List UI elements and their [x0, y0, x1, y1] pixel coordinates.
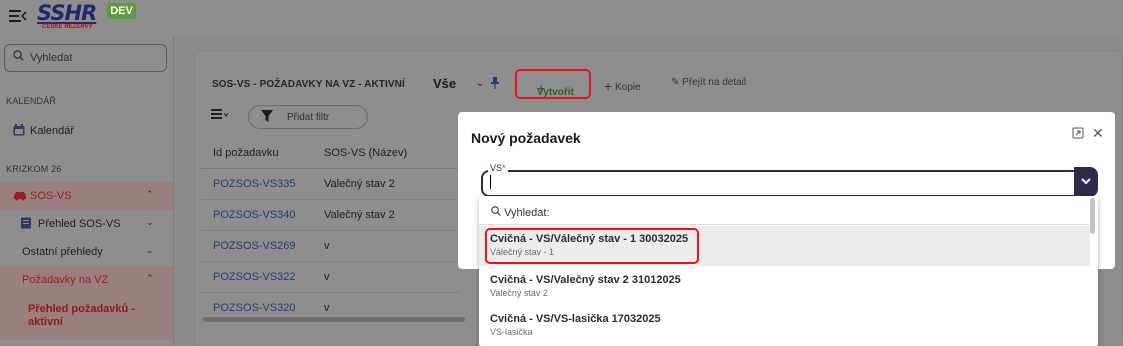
text-caret — [490, 175, 491, 189]
sidebar-item-prehled-sosvs-label: Přehled SOS-VS — [38, 218, 121, 230]
create-label-text: Vytvořit — [537, 87, 574, 98]
chevron-down-icon: ⌄ — [146, 245, 154, 255]
chevron-up-icon: ⌃ — [146, 189, 154, 199]
modal-title: Nový požadavek — [471, 130, 581, 146]
sidebar-item-sosvs[interactable]: SOS-VS ⌃ — [0, 182, 173, 210]
search-icon — [13, 50, 24, 64]
sidebar-item-calendar[interactable]: Kalendář — [0, 117, 173, 145]
env-badge: DEV — [107, 3, 136, 19]
close-icon[interactable]: ✕ — [1092, 125, 1104, 142]
option-title: Cvičná - VS/Valečný stav 2 31012025 — [490, 274, 681, 286]
section-calendar-label: KALENDÁŘ — [6, 96, 57, 106]
view-select[interactable]: Vše — [433, 76, 456, 91]
vs-field-label: VS* — [488, 163, 508, 173]
create-button[interactable]: + Vytvořit — [515, 69, 591, 99]
logo[interactable]: SSHR ČESKÉ REZERVY — [37, 2, 117, 32]
calendar-icon — [13, 124, 25, 136]
detail-button[interactable]: ✎ Přejít na detail — [671, 77, 746, 88]
chevron-down-icon[interactable]: ⌄ — [476, 78, 484, 89]
row-id[interactable]: POZSOS-VS322 — [213, 271, 296, 283]
column-header-name[interactable]: SOS-VS (Název) — [324, 147, 407, 159]
add-filter-button[interactable]: Přidat filtr — [248, 105, 368, 129]
sidebar-item-ostatni-prehledy[interactable]: Ostatní přehledy ⌄ — [0, 238, 173, 266]
sidebar-item-ostatni-label: Ostatní přehledy — [22, 246, 103, 258]
car-icon — [13, 189, 26, 201]
sidebar-search-input[interactable]: Vyhledat — [4, 44, 167, 72]
row-id[interactable]: POZSOS-VS320 — [213, 302, 296, 314]
table-row[interactable]: POZSOS-VS340 Valečný stav 2 — [201, 200, 461, 231]
row-name: v — [324, 271, 330, 283]
menu-collapse-icon[interactable] — [9, 9, 27, 25]
chevron-up-icon: ⌃ — [146, 273, 154, 283]
sidebar-item-prehled-sosvs[interactable]: Přehled SOS-VS ⌄ — [0, 210, 173, 238]
dropdown-divider — [479, 224, 1089, 225]
required-marker: * — [502, 163, 506, 173]
option-subtitle: Valečný stav 2 — [490, 288, 548, 298]
row-name: v — [324, 240, 330, 252]
row-id[interactable]: POZSOS-VS340 — [213, 209, 296, 221]
row-id[interactable]: POZSOS-VS335 — [213, 178, 296, 190]
sidebar-item-pozadavky-label: Požadavky na VZ — [22, 274, 109, 286]
table-row[interactable]: POZSOS-VS335 Valečný stav 2 — [201, 169, 461, 200]
sidebar-item-prehled-pozadavku-label: Přehled požadavků - aktivní — [28, 303, 135, 328]
dropdown-option[interactable]: Cvičná - VS/VS-lasička 17032025 VS-lasič… — [479, 306, 1090, 346]
page-title: SOS-VS - POŽADAVKY NA VZ - AKTIVNÍ — [212, 79, 405, 90]
chevron-down-icon — [1081, 178, 1091, 185]
top-bar: SSHR ČESKÉ REZERVY DEV — [0, 0, 1123, 36]
row-name: v — [324, 302, 330, 314]
row-name: Valečný stav 2 — [324, 209, 395, 221]
create-button-label: + Vytvořit — [527, 79, 574, 98]
sidebar-item-calendar-label: Kalendář — [30, 125, 75, 137]
vs-dropdown-list: Vyhledat: Cvičná - VS/Válečný stav - 1 3… — [479, 196, 1098, 346]
copy-button[interactable]: + Kopie — [604, 77, 641, 94]
sidebar-item-sosvs-label: SOS-VS — [30, 190, 72, 202]
horizontal-scrollbar[interactable] — [203, 317, 465, 322]
sidebar-item-pozadavky-vz[interactable]: Požadavky na VZ ⌃ — [0, 266, 173, 294]
dropdown-scrollbar[interactable] — [1090, 198, 1095, 234]
detail-label-text: Přejít na detail — [682, 77, 747, 88]
columns-icon[interactable] — [211, 109, 229, 124]
row-id[interactable]: POZSOS-VS269 — [213, 240, 296, 252]
add-filter-label: Přidat filtr — [287, 112, 330, 123]
highlight-annotation — [485, 228, 699, 264]
pencil-icon: ✎ — [671, 77, 680, 88]
logo-subtitle: ČESKÉ REZERVY — [42, 24, 93, 30]
filter-icon — [261, 110, 273, 125]
search-icon — [491, 206, 504, 219]
sidebar-item-prehled-pozadavku[interactable]: Přehled požadavků - aktivní — [0, 294, 173, 340]
table-row[interactable]: POZSOS-VS269 v — [201, 231, 461, 262]
logo-text: SSHR — [37, 1, 97, 25]
dropdown-option[interactable]: Cvičná - VS/Valečný stav 2 31012025 Vale… — [479, 267, 1090, 307]
vs-select-field[interactable] — [481, 170, 1097, 197]
sidebar: Vyhledat KALENDÁŘ Kalendář KRIZKOM 26 SO… — [0, 36, 174, 346]
dropdown-toggle-button[interactable] — [1074, 167, 1098, 197]
pin-icon[interactable] — [491, 77, 499, 92]
plus-icon: + — [604, 78, 613, 94]
dropdown-search-input[interactable]: Vyhledat: — [491, 206, 550, 219]
expand-icon[interactable] — [1072, 127, 1084, 142]
copy-label-text: Kopie — [614, 82, 641, 93]
dropdown-search-placeholder: Vyhledat: — [504, 207, 550, 219]
search-placeholder: Vyhledat — [30, 52, 73, 64]
option-title: Cvičná - VS/VS-lasička 17032025 — [490, 313, 661, 325]
column-header-id[interactable]: Id požadavku — [213, 147, 278, 159]
chevron-down-icon: ⌄ — [146, 217, 154, 227]
table-row[interactable]: POZSOS-VS322 v — [201, 262, 461, 293]
document-icon — [20, 217, 32, 229]
row-name: Valečný stav 2 — [324, 178, 395, 190]
vs-label-text: VS — [490, 163, 503, 173]
option-subtitle: VS-lasička — [490, 327, 533, 337]
section-krizkom-label: KRIZKOM 26 — [6, 164, 62, 174]
